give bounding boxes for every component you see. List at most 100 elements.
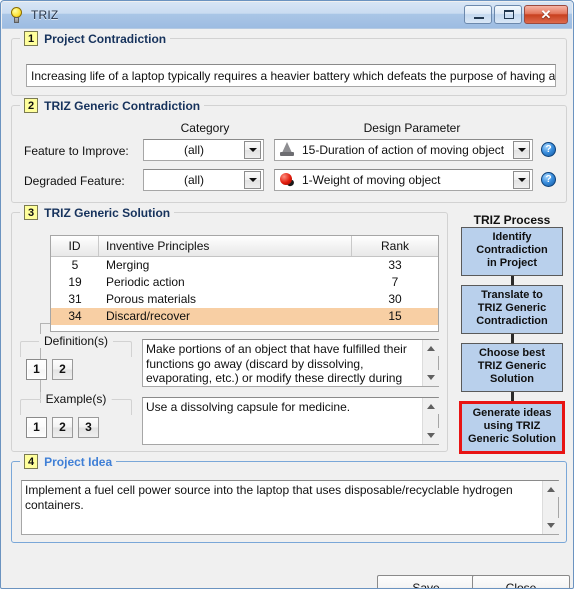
scroll-down-icon[interactable]	[423, 370, 439, 386]
group-project-idea: 4 Project Idea Implement a fuel cell pow…	[11, 453, 567, 543]
column-header-rank: Rank	[380, 239, 409, 253]
maximize-icon	[504, 10, 514, 19]
subgroup-definitions: Definition(s)	[20, 334, 132, 357]
subgroup-examples: Example(s)	[20, 392, 132, 415]
chevron-down-icon[interactable]	[244, 141, 261, 159]
group-project-contradiction: 1 Project Contradiction Increasing life …	[11, 30, 567, 96]
group-title-label: TRIZ Generic Contradiction	[44, 98, 201, 113]
process-panel-title: TRIZ Process	[473, 213, 551, 227]
process-step-generate-ideas: Generate ideas using TRIZ Generic Soluti…	[459, 401, 565, 454]
help-icon-degraded-feature[interactable]: ?	[541, 172, 556, 187]
column-header-principles: Inventive Principles	[99, 236, 352, 256]
scroll-down-icon[interactable]	[543, 518, 559, 534]
example-tab-3[interactable]: 3	[78, 417, 99, 438]
parameter-select-degraded-feature[interactable]: 1-Weight of moving object	[274, 169, 533, 191]
column-header-id: ID	[51, 236, 99, 256]
cell-id: 31	[68, 292, 82, 306]
cell-rank: 30	[388, 292, 402, 306]
group-header-project-idea: 4 Project Idea	[20, 453, 117, 470]
group-generic-contradiction: 2 TRIZ Generic Contradiction Category De…	[11, 97, 567, 203]
cell-principle: Porous materials	[106, 292, 197, 306]
client-area: 1 Project Contradiction Increasing life …	[2, 29, 572, 588]
table-row[interactable]: 19 Periodic action 7	[51, 274, 438, 291]
connector-line	[511, 392, 514, 401]
column-header-category: Category	[180, 121, 230, 135]
example-text: Use a dissolving capsule for medicine.	[146, 400, 351, 414]
parameter-value-feature-to-improve: 15-Duration of action of moving object	[302, 143, 505, 157]
column-header-design-parameter: Design Parameter	[363, 121, 461, 135]
minimize-icon	[474, 17, 484, 19]
category-select-degraded-feature[interactable]: (all)	[143, 169, 264, 191]
scroll-up-icon[interactable]	[423, 398, 439, 414]
process-step-identify-contradiction: Identify Contradiction in Project	[461, 227, 563, 276]
save-button[interactable]: Save	[377, 575, 475, 588]
group-header-generic-contradiction: 2 TRIZ Generic Contradiction	[20, 97, 205, 114]
cell-principle: Merging	[106, 258, 150, 272]
window-controls: ✕	[464, 5, 568, 24]
moving-object-icon	[278, 142, 296, 158]
project-idea-scrollbar[interactable]	[542, 481, 559, 534]
definition-scrollbar[interactable]	[422, 340, 439, 386]
connector-line	[40, 323, 50, 324]
cell-id: 19	[68, 275, 82, 289]
table-row[interactable]: 31 Porous materials 30	[51, 291, 438, 308]
label-degraded-feature: Degraded Feature:	[24, 174, 125, 188]
scroll-down-icon[interactable]	[423, 428, 439, 444]
chevron-down-icon[interactable]	[244, 171, 261, 189]
lightbulb-icon	[8, 6, 25, 24]
section-number-badge: 4	[24, 454, 39, 469]
example-textarea[interactable]: Use a dissolving capsule for medicine.	[142, 397, 439, 445]
group-header-project-contradiction: 1 Project Contradiction	[20, 30, 171, 47]
help-icon-feature-to-improve[interactable]: ?	[541, 142, 556, 157]
cell-id: 34	[68, 309, 82, 323]
scroll-up-icon[interactable]	[543, 481, 559, 497]
parameter-select-feature-to-improve[interactable]: 15-Duration of action of moving object	[274, 139, 533, 161]
parameter-value-degraded-feature: 1-Weight of moving object	[302, 173, 441, 187]
definition-text: Make portions of an object that have ful…	[146, 342, 407, 385]
inventive-principles-table[interactable]: ID Inventive Principles Rank 5 Merging 3…	[50, 235, 439, 332]
subgroup-title-examples: Example(s)	[40, 392, 112, 406]
cell-principle: Discard/recover	[106, 309, 191, 323]
table-row[interactable]: 5 Merging 33	[51, 257, 438, 274]
process-step-choose-best-solution: Choose best TRIZ Generic Solution	[461, 343, 563, 392]
process-step-translate-to-generic: Translate to TRIZ Generic Contradiction	[461, 285, 563, 334]
chevron-down-icon[interactable]	[513, 141, 530, 159]
definition-tab-1[interactable]: 1	[26, 359, 47, 380]
table-header-row: ID Inventive Principles Rank	[51, 236, 438, 257]
group-title-label: Project Idea	[44, 454, 113, 469]
minimize-button[interactable]	[464, 5, 492, 24]
group-generic-solution: 3 TRIZ Generic Solution ID Inventive Pri…	[11, 204, 448, 452]
connector-line	[511, 334, 514, 343]
cell-id: 5	[71, 258, 79, 272]
group-title-label: Project Contradiction	[44, 31, 167, 46]
example-tab-1[interactable]: 1	[26, 417, 47, 438]
section-number-badge: 2	[24, 98, 39, 113]
label-feature-to-improve: Feature to Improve:	[24, 144, 129, 158]
group-title-label: TRIZ Generic Solution	[44, 205, 171, 220]
cell-rank: 7	[391, 275, 399, 289]
close-button[interactable]: ✕	[524, 5, 568, 24]
subgroup-title-definitions: Definition(s)	[38, 334, 114, 348]
table-row[interactable]: 34 Discard/recover 15	[51, 308, 438, 325]
connector-line	[511, 276, 514, 285]
project-idea-text: Implement a fuel cell power source into …	[25, 483, 513, 512]
triz-window: TRIZ ✕ 1 Project Contradiction Increasin…	[0, 0, 574, 589]
chevron-down-icon[interactable]	[513, 171, 530, 189]
cell-rank: 15	[388, 309, 402, 323]
title-bar: TRIZ ✕	[2, 2, 572, 29]
close-icon: ✕	[540, 7, 552, 22]
window-title: TRIZ	[31, 8, 59, 22]
example-tab-2[interactable]: 2	[52, 417, 73, 438]
category-select-feature-to-improve[interactable]: (all)	[143, 139, 264, 161]
category-value-degraded-feature: (all)	[184, 173, 204, 187]
project-idea-textarea[interactable]: Implement a fuel cell power source into …	[21, 480, 559, 535]
cell-rank: 33	[388, 258, 402, 272]
example-scrollbar[interactable]	[422, 398, 439, 444]
definition-textarea[interactable]: Make portions of an object that have ful…	[142, 339, 439, 387]
project-contradiction-input[interactable]: Increasing life of a laptop typically re…	[26, 64, 556, 87]
close-button-footer[interactable]: Close	[472, 575, 570, 588]
definition-tab-2[interactable]: 2	[52, 359, 73, 380]
category-value-feature-to-improve: (all)	[184, 143, 204, 157]
scroll-up-icon[interactable]	[423, 340, 439, 356]
maximize-button[interactable]	[494, 5, 522, 24]
